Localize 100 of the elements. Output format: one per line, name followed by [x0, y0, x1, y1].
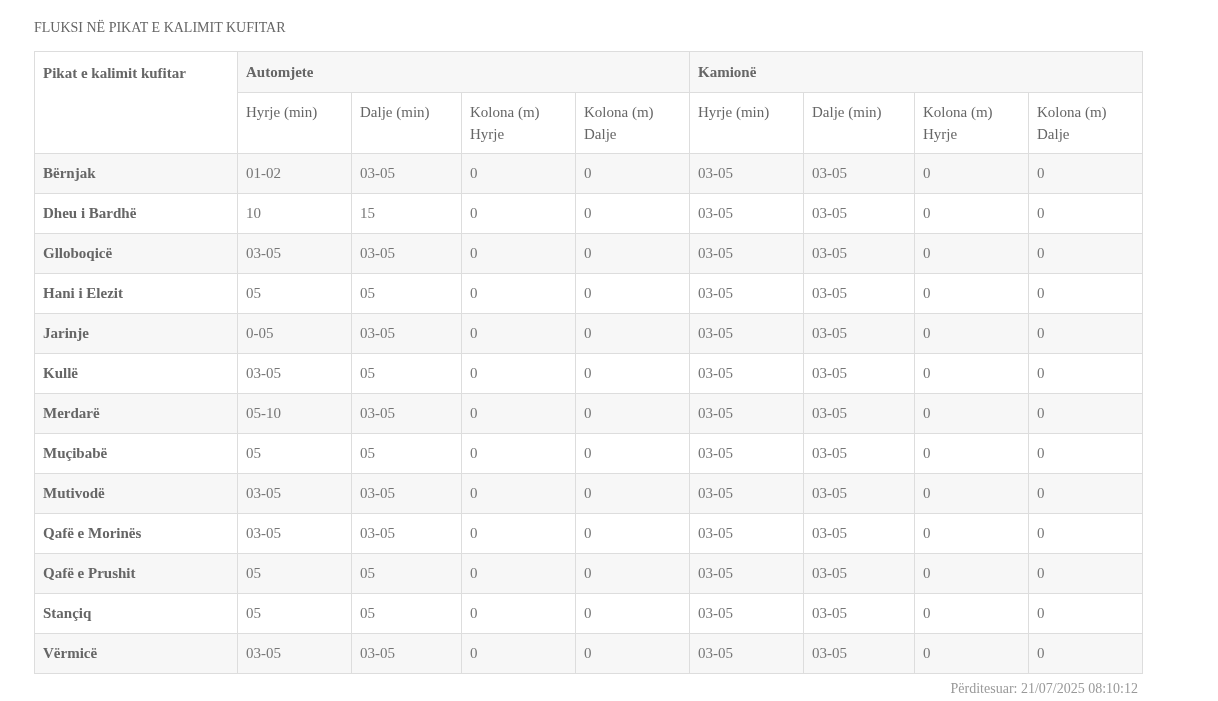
table-cell: 03-05 — [351, 633, 462, 674]
table-cell: 03-05 — [803, 553, 915, 594]
table-cell: 0 — [575, 393, 690, 434]
table-cell: 0 — [461, 393, 576, 434]
group-header: Kamionë — [689, 51, 1143, 93]
table-cell: 03-05 — [689, 353, 804, 394]
column-header: Kolona (m) Dalje — [575, 92, 690, 154]
table-cell: 0 — [575, 233, 690, 274]
table-cell: 03-05 — [803, 593, 915, 634]
table-cell: 0 — [1028, 153, 1143, 194]
group-header: Automjete — [237, 51, 690, 93]
table-cell: 05 — [351, 433, 462, 474]
border-point-name: Bërnjak — [34, 153, 238, 194]
column-header: Kolona (m) Hyrje — [914, 92, 1029, 154]
table-cell: 0 — [914, 193, 1029, 234]
table-cell: 0 — [461, 473, 576, 514]
table-cell: 03-05 — [689, 233, 804, 274]
table-cell: 03-05 — [689, 553, 804, 594]
border-point-name: Hani i Elezit — [34, 273, 238, 314]
table-cell: 0 — [914, 473, 1029, 514]
border-point-name: Qafë e Morinës — [34, 513, 238, 554]
table-cell: 0 — [1028, 473, 1143, 514]
table-cell: 0 — [1028, 393, 1143, 434]
table-cell: 03-05 — [351, 233, 462, 274]
table-cell: 0 — [575, 433, 690, 474]
table-cell: 0 — [575, 633, 690, 674]
table-cell: 03-05 — [689, 633, 804, 674]
table-cell: 0 — [914, 233, 1029, 274]
column-header: Hyrje (min) — [689, 92, 804, 154]
table-cell: 0 — [461, 553, 576, 594]
table-cell: 0 — [1028, 233, 1143, 274]
column-header: Kolona (m) Hyrje — [461, 92, 576, 154]
table-cell: 03-05 — [689, 473, 804, 514]
table-cell: 0-05 — [237, 313, 352, 354]
table-cell: 0 — [575, 513, 690, 554]
table-cell: 0 — [575, 273, 690, 314]
table-cell: 03-05 — [237, 233, 352, 274]
table-cell: 0 — [461, 513, 576, 554]
table-cell: 01-02 — [237, 153, 352, 194]
table-cell: 0 — [1028, 313, 1143, 354]
table-cell: 03-05 — [803, 353, 915, 394]
table-cell: 0 — [1028, 633, 1143, 674]
table-cell: 03-05 — [351, 313, 462, 354]
updated-timestamp: Përditesuar: 21/07/2025 08:10:12 — [950, 680, 1138, 698]
table-cell: 15 — [351, 193, 462, 234]
border-point-name: Dheu i Bardhë — [34, 193, 238, 234]
table-cell: 03-05 — [237, 473, 352, 514]
table-cell: 0 — [914, 313, 1029, 354]
table-cell: 0 — [461, 433, 576, 474]
table-cell: 03-05 — [689, 193, 804, 234]
table-cell: 03-05 — [237, 513, 352, 554]
table-cell: 0 — [461, 313, 576, 354]
table-cell: 05 — [351, 353, 462, 394]
border-point-name: Qafë e Prushit — [34, 553, 238, 594]
table-cell: 0 — [461, 353, 576, 394]
table-cell: 03-05 — [803, 233, 915, 274]
table-cell: 03-05 — [237, 353, 352, 394]
table-cell: 0 — [1028, 353, 1143, 394]
table-cell: 03-05 — [351, 473, 462, 514]
table-cell: 03-05 — [803, 273, 915, 314]
table-cell: 0 — [914, 393, 1029, 434]
table-cell: 03-05 — [351, 153, 462, 194]
table-cell: 0 — [1028, 593, 1143, 634]
table-cell: 0 — [575, 553, 690, 594]
table-cell: 05 — [237, 593, 352, 634]
column-header: Hyrje (min) — [237, 92, 352, 154]
table-cell: 0 — [575, 153, 690, 194]
table-cell: 0 — [914, 593, 1029, 634]
table-cell: 0 — [461, 233, 576, 274]
table-cell: 03-05 — [689, 513, 804, 554]
table-cell: 0 — [461, 633, 576, 674]
table-cell: 0 — [575, 473, 690, 514]
border-point-name: Muçibabë — [34, 433, 238, 474]
table-cell: 0 — [575, 313, 690, 354]
column-header: Dalje (min) — [803, 92, 915, 154]
border-point-name: Stançiq — [34, 593, 238, 634]
table-cell: 0 — [914, 353, 1029, 394]
table-cell: 0 — [1028, 433, 1143, 474]
table-cell: 0 — [1028, 513, 1143, 554]
border-point-name: Glloboqicë — [34, 233, 238, 274]
section-title: FLUKSI NË PIKAT E KALIMIT KUFITAR — [34, 19, 287, 37]
table-cell: 05 — [237, 433, 352, 474]
table-cell: 03-05 — [803, 433, 915, 474]
table-cell: 03-05 — [803, 513, 915, 554]
table-cell: 10 — [237, 193, 352, 234]
table-cell: 05 — [237, 273, 352, 314]
table-cell: 05-10 — [237, 393, 352, 434]
table-cell: 03-05 — [689, 393, 804, 434]
table-cell: 0 — [914, 433, 1029, 474]
table-cell: 0 — [461, 593, 576, 634]
table-cell: 03-05 — [689, 153, 804, 194]
table-cell: 03-05 — [803, 393, 915, 434]
table-cell: 0 — [461, 193, 576, 234]
column-header: Dalje (min) — [351, 92, 462, 154]
border-point-name: Mutivodë — [34, 473, 238, 514]
table-cell: 03-05 — [689, 313, 804, 354]
table-cell: 0 — [461, 153, 576, 194]
column-header: Kolona (m) Dalje — [1028, 92, 1143, 154]
table-cell: 0 — [1028, 553, 1143, 594]
table-cell: 03-05 — [689, 273, 804, 314]
